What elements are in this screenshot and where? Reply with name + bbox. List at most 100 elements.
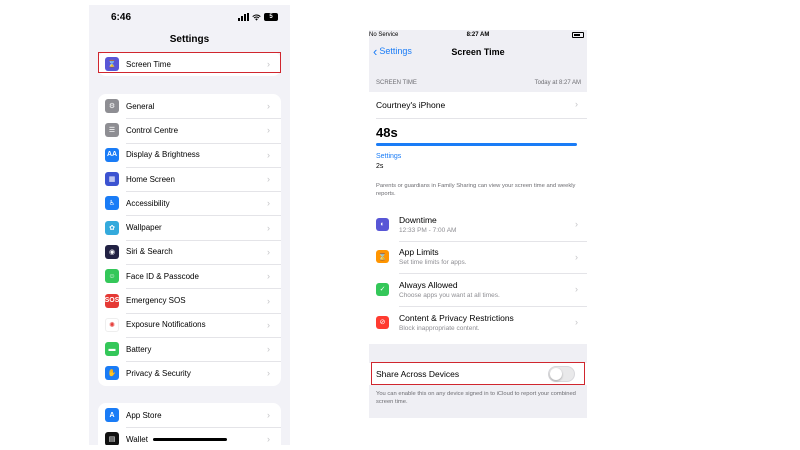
face-id-icon: ☺ [105, 269, 119, 284]
option-subtitle: 12:33 PM - 7:00 AM [399, 226, 457, 234]
option-text: Content & Privacy Restrictions Block inap… [399, 313, 575, 332]
chevron-right-icon: › [267, 410, 270, 421]
top-category-label: Settings [376, 153, 402, 160]
share-across-devices-highlight [371, 362, 585, 385]
chevron-right-icon: › [575, 99, 578, 109]
settings-item-label: Control Centre [126, 125, 179, 135]
chevron-right-icon: › [575, 251, 578, 262]
chevron-right-icon: › [267, 198, 270, 209]
status-time: 6:46 [111, 12, 132, 23]
status-bar: 6:46 5 [89, 5, 290, 29]
option-title: Downtime [399, 214, 437, 225]
chevron-right-icon: › [267, 344, 270, 355]
option-content-and-privacy-restrictions[interactable]: ⊘ Content & Privacy Restrictions Block ina… [369, 305, 587, 339]
settings-item-label: Siri & Search [126, 247, 173, 257]
gear-icon: ⚙ [105, 99, 119, 114]
control-centre-icon: ☰ [105, 123, 119, 138]
chevron-right-icon: › [267, 222, 270, 233]
chevron-right-icon: › [267, 246, 270, 257]
option-title: Always Allowed [399, 279, 458, 290]
chevron-right-icon: › [267, 434, 270, 445]
chevron-right-icon: › [267, 125, 270, 136]
settings-item-emergency-sos[interactable]: SOS Emergency SOS › [98, 288, 281, 312]
family-sharing-note: Parents or guardians in Family Sharing c… [376, 183, 576, 197]
settings-item-privacy-and-security[interactable]: ✋ Privacy & Security › [98, 361, 281, 385]
total-screen-time: 48s [376, 125, 398, 140]
navigation-bar: ‹ Settings Screen Time [369, 42, 587, 64]
settings-item-control-centre[interactable]: ☰ Control Centre › [98, 118, 281, 142]
chevron-right-icon: › [267, 149, 270, 160]
hand-icon: ✋ [105, 366, 119, 381]
siri-icon: ◉ [105, 244, 119, 259]
top-category-time: 2s [376, 163, 384, 170]
chevron-right-icon: › [575, 317, 578, 328]
option-text: App Limits Set time limits for apps. [399, 247, 575, 266]
option-text: Downtime 12:33 PM - 7:00 AM [399, 215, 575, 234]
chevron-right-icon: › [575, 284, 578, 295]
settings-item-label: Emergency SOS [126, 296, 186, 306]
settings-item-accessibility[interactable]: ♿ Accessibility › [98, 191, 281, 215]
device-name[interactable]: Courtney's iPhone [376, 100, 445, 110]
option-downtime[interactable]: ◐ Downtime 12:33 PM - 7:00 AM › [369, 208, 587, 241]
screen-time-options: ◐ Downtime 12:33 PM - 7:00 AM › ⌛ App Limits S… [369, 208, 587, 344]
settings-item-exposure-notifications[interactable]: ✺ Exposure Notifications › [98, 312, 281, 337]
chevron-right-icon: › [267, 271, 270, 282]
screen-time-highlight [98, 52, 281, 73]
option-title: App Limits [399, 247, 439, 258]
home-screen-icon: ▦ [105, 172, 119, 187]
always-allowed-icon: ✓ [376, 282, 389, 296]
sos-icon: SOS [105, 293, 119, 308]
settings-item-label: Accessibility [126, 198, 170, 208]
settings-item-label: Wallpaper [126, 223, 162, 233]
general-settings-group: ⚙ General › ☰ Control Centre › AA Display & Bri… [98, 94, 281, 386]
app-limits-icon: ⌛ [376, 250, 389, 264]
wallpaper-icon: ✿ [105, 220, 119, 235]
option-subtitle: Set time limits for apps. [399, 259, 467, 267]
battery-icon: ▬ [105, 342, 119, 357]
battery-icon [572, 32, 584, 38]
settings-item-label: App Store [126, 410, 162, 420]
settings-item-display-and-brightness[interactable]: AA Display & Brightness › [98, 142, 281, 167]
option-subtitle: Choose apps you want at all times. [399, 291, 500, 299]
display-icon: AA [105, 147, 119, 162]
home-indicator [153, 438, 227, 441]
page-title: Settings [169, 34, 210, 45]
settings-item-label: Display & Brightness [126, 150, 200, 160]
chevron-right-icon: › [267, 368, 270, 379]
usage-bar[interactable] [376, 143, 577, 146]
option-app-limits[interactable]: ⌛ App Limits Set time limits for apps. › [369, 240, 587, 274]
settings-item-general[interactable]: ⚙ General › [98, 94, 281, 118]
accessibility-icon: ♿ [105, 196, 119, 211]
settings-item-label: Battery [126, 344, 152, 354]
page-title: Screen Time [451, 47, 505, 57]
settings-item-siri-and-search[interactable]: ◉ Siri & Search › [98, 239, 281, 264]
battery-indicator: 5 [264, 13, 278, 21]
settings-item-label: Home Screen [126, 174, 175, 184]
option-always-allowed[interactable]: ✓ Always Allowed Choose apps you want at a… [369, 273, 587, 306]
settings-item-label: Exposure Notifications [126, 320, 206, 330]
settings-item-battery[interactable]: ▬ Battery › [98, 336, 281, 361]
chevron-right-icon: › [575, 219, 578, 230]
exposure-icon: ✺ [105, 317, 119, 332]
status-bar: No Service 8:27 AM [369, 30, 587, 42]
chevron-right-icon: › [267, 174, 270, 185]
settings-item-label: Privacy & Security [126, 368, 191, 378]
downtime-icon: ◐ [376, 217, 389, 231]
chevron-right-icon: › [267, 295, 270, 306]
option-subtitle: Block inappropriate content. [399, 324, 480, 332]
app-store-icon: A [105, 408, 119, 423]
section-header: SCREEN TIME Today at 8:27 AM [376, 80, 581, 86]
share-note: You can enable this on any device signed… [376, 391, 576, 405]
signal-icon [238, 13, 249, 21]
settings-item-home-screen[interactable]: ▦ Home Screen › [98, 166, 281, 191]
chevron-right-icon: › [267, 319, 270, 330]
option-title: Content & Privacy Restrictions [399, 312, 514, 323]
status-time: 8:27 AM [466, 32, 490, 38]
settings-item-wallet[interactable]: ▤ Wallet › [98, 427, 281, 445]
settings-item-face-id-and-passcode[interactable]: ☺ Face ID & Passcode › [98, 264, 281, 288]
settings-item-label: Face ID & Passcode [126, 271, 199, 281]
settings-item-app-store[interactable]: A App Store › [98, 403, 281, 427]
settings-item-wallpaper[interactable]: ✿ Wallpaper › [98, 215, 281, 239]
settings-item-label: General [126, 101, 155, 111]
divider [376, 118, 587, 119]
